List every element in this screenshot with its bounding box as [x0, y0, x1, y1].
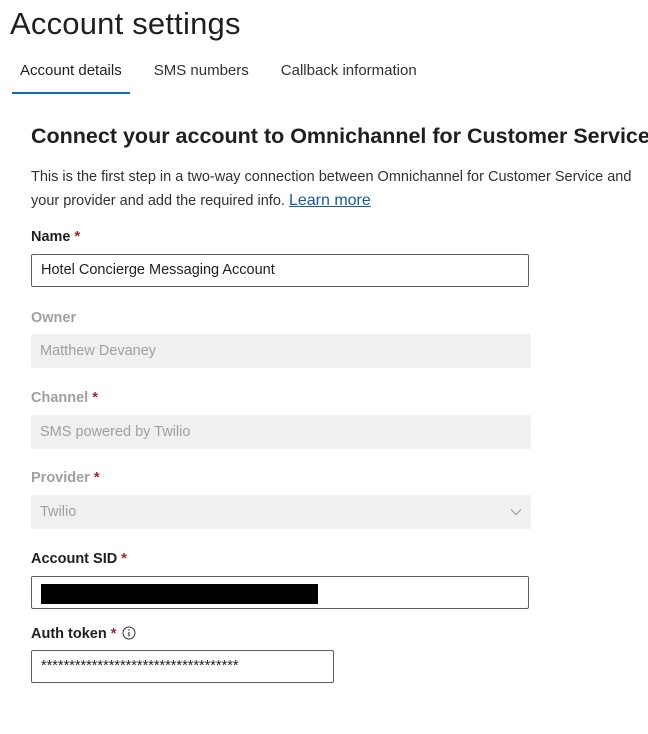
tab-callback-information[interactable]: Callback information: [273, 52, 425, 94]
section-description: This is the first step in a two-way conn…: [31, 166, 648, 213]
channel-required-mark: *: [92, 390, 98, 406]
owner-label: Owner: [31, 310, 76, 326]
channel-label-text: Channel: [31, 390, 89, 406]
chevron-down-icon: [510, 509, 522, 516]
name-label: Name *: [31, 229, 80, 245]
description-text: your provider and add the required info.: [31, 193, 285, 209]
tab-account-details[interactable]: Account details: [12, 52, 130, 94]
auth-token-label: Auth token *: [31, 626, 136, 642]
provider-label-text: Provider: [31, 470, 90, 486]
account-sid-required-mark: *: [121, 551, 127, 567]
description-line-2: your provider and add the required info.…: [31, 189, 648, 213]
account-sid-label-text: Account SID: [31, 551, 118, 567]
auth-token-label-text: Auth token: [31, 626, 107, 642]
provider-select: Twilio: [31, 495, 531, 529]
account-sid-input[interactable]: [31, 576, 529, 609]
description-line-1: This is the first step in a two-way conn…: [31, 169, 632, 185]
section-title: Connect your account to Omnichannel for …: [31, 124, 648, 148]
provider-label: Provider *: [31, 470, 100, 486]
account-sid-label: Account SID *: [31, 551, 127, 567]
name-label-text: Name: [31, 229, 71, 245]
owner-label-text: Owner: [31, 310, 77, 326]
auth-token-input[interactable]: ***********************************: [31, 650, 334, 683]
tab-sms-numbers[interactable]: SMS numbers: [146, 52, 257, 94]
redacted-value: [41, 584, 318, 604]
owner-field: Matthew Devaney: [31, 334, 531, 368]
provider-required-mark: *: [93, 470, 100, 486]
page-title: Account settings: [10, 6, 241, 41]
info-icon[interactable]: [122, 626, 136, 640]
channel-field: SMS powered by Twilio: [31, 415, 531, 449]
channel-label: Channel *: [31, 390, 98, 406]
provider-value: Twilio: [40, 504, 77, 520]
tab-bar: Account details SMS numbers Callback inf…: [12, 52, 441, 94]
auth-token-required-mark: *: [110, 626, 117, 642]
name-input[interactable]: Hotel Concierge Messaging Account: [31, 254, 529, 287]
name-required-mark: *: [74, 229, 81, 245]
learn-more-link[interactable]: Learn more: [289, 192, 371, 209]
